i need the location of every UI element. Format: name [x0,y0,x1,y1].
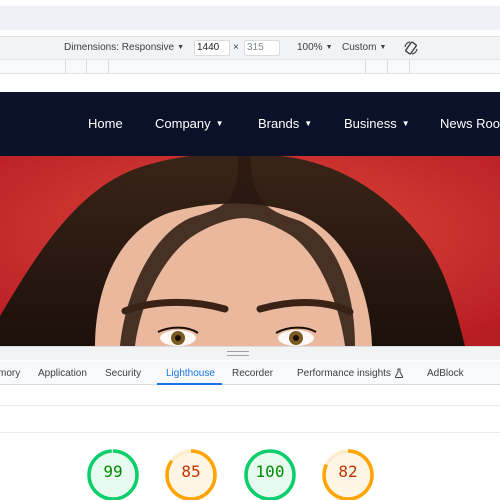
browser-top-bar [0,6,500,30]
tab-performance-insights[interactable]: Performance insights [297,368,404,381]
browser-top-strip [0,0,500,32]
lighthouse-toolbar [0,386,500,406]
nav-item-home[interactable]: Home [88,116,123,131]
dimensions-label: Dimensions: Responsive [64,42,175,53]
hero-image [0,156,500,346]
nav-item-label: Business [344,116,397,131]
width-input[interactable]: 1440 [194,40,230,56]
score-gauge-2[interactable]: 85 [164,448,218,500]
tab-lighthouse[interactable]: Lighthouse [166,368,215,379]
zoom-dropdown-icon: ▼ [325,44,333,51]
nav-item-brands[interactable]: Brands ▼ [258,116,312,131]
times-icon: × [233,42,239,53]
devtools-tab-bar: mory Application Security Lighthouse Rec… [0,361,500,385]
dimensions-select[interactable]: Dimensions: Responsive ▼ [64,42,184,53]
tab-security[interactable]: Security [105,368,141,379]
nav-item-business[interactable]: Business ▼ [344,116,410,131]
nav-item-label: News Room [440,116,500,131]
nav-item-label: Home [88,116,123,131]
site-navigation: Home Company ▼ Brands ▼ Business ▼ News Roo… [0,92,500,156]
tab-application[interactable]: Application [38,368,87,379]
height-input[interactable]: 315 [244,40,280,56]
hero-portrait-illustration [0,156,500,346]
score-value: 100 [255,462,285,481]
throttle-select[interactable]: Custom ▼ [342,42,386,53]
score-gauge-4[interactable]: 82 [321,448,375,500]
active-tab-indicator [157,383,222,385]
score-gauge-3[interactable]: 100 [243,448,297,500]
flask-icon [394,368,404,381]
nav-item-label: Brands [258,116,300,131]
devtools-resize-handle[interactable] [0,346,500,360]
tab-label: Performance insights [297,368,391,379]
chevron-down-icon: ▼ [304,119,313,128]
rotate-icon[interactable] [403,40,419,56]
tab-adblock[interactable]: AdBlock [427,368,464,379]
score-value: 85 [181,462,201,481]
device-toolbar: Dimensions: Responsive ▼ 1440 × 315 100% ▼… [0,36,500,60]
score-value: 82 [338,462,358,481]
zoom-label: 100% [297,42,323,53]
zoom-select[interactable]: 100% ▼ [297,42,333,53]
score-gauge-1[interactable]: 99 [86,448,140,500]
chevron-down-icon: ▼ [215,119,224,128]
drag-grip-icon [227,351,249,356]
tab-memory[interactable]: mory [0,368,20,379]
media-query-ruler [0,60,500,74]
chevron-down-icon: ▼ [401,119,410,128]
throttle-label: Custom [342,42,377,53]
score-value: 99 [103,462,123,481]
nav-item-label: Company [155,116,211,131]
nav-item-company[interactable]: Company ▼ [155,116,224,131]
dimensions-dropdown-icon: ▼ [177,44,184,51]
nav-item-news-room[interactable]: News Room [440,116,500,131]
throttle-dropdown-icon: ▼ [379,44,387,51]
tab-recorder[interactable]: Recorder [232,368,273,379]
